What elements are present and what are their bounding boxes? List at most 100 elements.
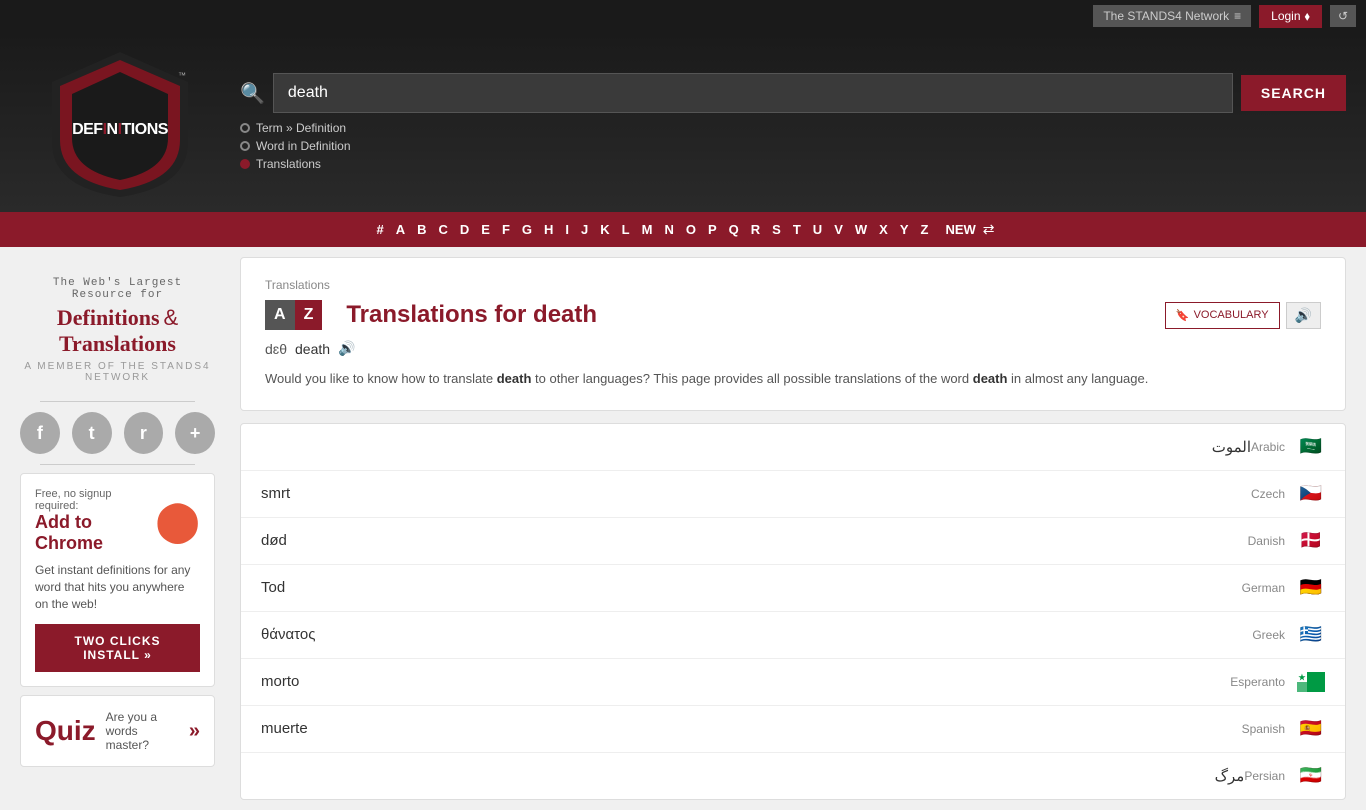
alpha-f[interactable]: F	[497, 220, 515, 239]
translation-language: Greek	[1252, 628, 1285, 642]
search-button-label: SEARCH	[1261, 85, 1326, 101]
alpha-g[interactable]: G	[517, 220, 537, 239]
alpha-k[interactable]: K	[595, 220, 614, 239]
addthis-icon[interactable]: +	[175, 412, 215, 454]
az-logo: A Z	[265, 300, 322, 330]
phonetic-sound-icon[interactable]: 🔊	[338, 340, 355, 357]
list-item[interactable]: θάνατος Greek 🇬🇷	[241, 612, 1345, 659]
chrome-header: Free, no signup required: Add to Chrome …	[35, 488, 200, 554]
alpha-o[interactable]: O	[681, 220, 701, 239]
option-translations[interactable]: Translations	[240, 157, 1346, 171]
divider-top	[40, 401, 195, 402]
search-button[interactable]: SEARCH	[1241, 75, 1346, 111]
alpha-j[interactable]: J	[576, 220, 593, 239]
translation-language: Esperanto	[1230, 675, 1285, 689]
reddit-icon[interactable]: r	[124, 412, 164, 454]
alpha-z[interactable]: Z	[915, 220, 933, 239]
alpha-p[interactable]: P	[703, 220, 722, 239]
translation-language: Spanish	[1242, 722, 1285, 736]
flag-czech: 🇨🇿	[1297, 484, 1325, 504]
alpha-n[interactable]: N	[659, 220, 678, 239]
vocabulary-button[interactable]: 🔖 VOCABULARY	[1165, 302, 1280, 329]
alpha-h[interactable]: H	[539, 220, 558, 239]
divider-mid	[40, 464, 195, 465]
alpha-d[interactable]: D	[455, 220, 474, 239]
list-item[interactable]: muerte Spanish 🇪🇸	[241, 706, 1345, 753]
shuffle-icon[interactable]: ⇄	[983, 221, 995, 238]
logo-text-area: The Web's Largest Resource for Definitio…	[20, 267, 215, 393]
chrome-text-area: Free, no signup required: Add to Chrome	[35, 488, 155, 554]
svg-text:★: ★	[1298, 673, 1306, 682]
flag-esperanto: ★	[1297, 672, 1325, 692]
vocab-label: VOCABULARY	[1194, 309, 1269, 321]
alpha-c[interactable]: C	[434, 220, 453, 239]
list-item[interactable]: مرگ Persian 🇮🇷	[241, 753, 1345, 799]
alpha-v[interactable]: V	[829, 220, 848, 239]
alpha-m[interactable]: M	[637, 220, 658, 239]
alpha-l[interactable]: L	[617, 220, 635, 239]
alpha-i[interactable]: I	[560, 220, 574, 239]
alpha-e[interactable]: E	[476, 220, 495, 239]
alpha-s[interactable]: S	[767, 220, 786, 239]
chrome-extension-box: Free, no signup required: Add to Chrome …	[20, 473, 215, 687]
option-term-definition[interactable]: Term » Definition	[240, 121, 1346, 135]
main-content: The Web's Largest Resource for Definitio…	[0, 247, 1366, 810]
search-icon: 🔍	[240, 81, 265, 106]
right-content: Translations A Z Translations for death …	[230, 257, 1346, 800]
speaker-icon: 🔊	[1295, 307, 1312, 323]
alpha-y[interactable]: Y	[895, 220, 914, 239]
alpha-hash[interactable]: #	[371, 220, 388, 239]
tagline-top: The Web's Largest Resource for	[20, 277, 215, 301]
flag-greek: 🇬🇷	[1297, 625, 1325, 645]
stands4-network-button[interactable]: The STANDS4 Network ≡	[1093, 5, 1251, 27]
alpha-a[interactable]: A	[391, 220, 410, 239]
option-word-in-definition[interactable]: Word in Definition	[240, 139, 1346, 153]
quiz-title: Quiz	[35, 715, 96, 747]
search-area: 🔍 SEARCH Term » Definition Word in Defin…	[240, 73, 1346, 171]
tagline-ampersand: &	[163, 305, 178, 330]
trans-description: Would you like to know how to translate …	[265, 369, 1321, 390]
chrome-install-button[interactable]: TWO CLICKS INSTALL »	[35, 624, 200, 672]
translation-word: مرگ	[261, 767, 1244, 785]
list-item[interactable]: død Danish 🇩🇰	[241, 518, 1345, 565]
option-label-1: Term » Definition	[256, 121, 346, 135]
tagline-main-wrap: Definitions & Translations	[20, 305, 215, 357]
option-label-2: Word in Definition	[256, 139, 351, 153]
alpha-w[interactable]: W	[850, 220, 872, 239]
history-icon: ↺	[1338, 9, 1348, 23]
search-options: Term » Definition Word in Definition Tra…	[240, 121, 1346, 171]
translation-language: German	[1242, 581, 1285, 595]
phonetic-area: dɛθ death 🔊	[265, 340, 1321, 357]
list-item[interactable]: morto Esperanto ★	[241, 659, 1345, 706]
translation-word: morto	[261, 673, 1230, 690]
login-button[interactable]: Login ⬧	[1259, 5, 1322, 28]
translation-word: død	[261, 532, 1248, 549]
logo-a: A	[265, 300, 295, 330]
translation-word: Tod	[261, 579, 1242, 596]
list-item[interactable]: الموت Arabic 🇸🇦	[241, 424, 1345, 471]
alpha-b[interactable]: B	[412, 220, 431, 239]
alpha-new[interactable]: NEW	[945, 222, 975, 237]
search-input[interactable]	[273, 73, 1233, 113]
facebook-icon[interactable]: f	[20, 412, 60, 454]
sound-button[interactable]: 🔊	[1286, 302, 1321, 329]
desc-word2: death	[973, 371, 1008, 386]
alpha-t[interactable]: T	[788, 220, 806, 239]
alpha-q[interactable]: Q	[724, 220, 744, 239]
history-button[interactable]: ↺	[1330, 5, 1356, 27]
alpha-r[interactable]: R	[746, 220, 765, 239]
login-label: Login	[1271, 9, 1300, 23]
list-item[interactable]: Tod German 🇩🇪	[241, 565, 1345, 612]
translation-language: Danish	[1248, 534, 1285, 548]
translations-title: Translations for death	[346, 301, 597, 329]
list-item[interactable]: smrt Czech 🇨🇿	[241, 471, 1345, 518]
tagline-sub: A MEMBER OF THE STANDS4 NETWORK	[20, 361, 215, 383]
alpha-x[interactable]: X	[874, 220, 893, 239]
trans-title-group: A Z Translations for death	[265, 300, 1165, 330]
twitter-icon[interactable]: t	[72, 412, 112, 454]
translations-list: الموت Arabic 🇸🇦 smrt Czech 🇨🇿 død Danish…	[240, 423, 1346, 800]
trans-action-buttons: 🔖 VOCABULARY 🔊	[1165, 302, 1321, 329]
alpha-u[interactable]: U	[808, 220, 827, 239]
login-icon: ⬧	[1305, 9, 1310, 24]
quiz-box[interactable]: Quiz Are you a words master? »	[20, 695, 215, 767]
